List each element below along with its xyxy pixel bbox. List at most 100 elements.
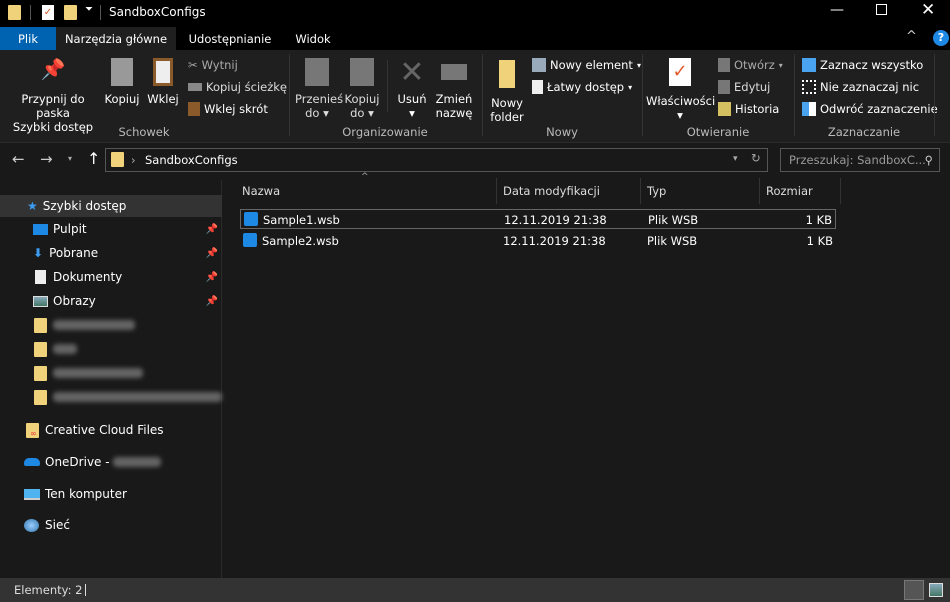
- wsb-file-icon: [243, 233, 257, 247]
- status-bar: Elementy: 2: [0, 578, 950, 602]
- refresh-icon[interactable]: ↻: [751, 151, 761, 165]
- customize-quick-access-icon[interactable]: ⏷: [85, 4, 93, 15]
- file-row[interactable]: Sample1.wsb 12.11.2019 21:38 Plik WSB 1 …: [240, 209, 836, 229]
- pin-icon[interactable]: 📌: [206, 248, 218, 259]
- maximize-button[interactable]: [876, 4, 887, 15]
- new-folder-quick-icon[interactable]: [64, 5, 77, 20]
- minimize-button[interactable]: —: [830, 2, 844, 18]
- rename-label-2: nazwę: [435, 106, 473, 120]
- open-label: Otwórz: [734, 58, 775, 72]
- column-header-name[interactable]: Nazwa: [236, 178, 497, 204]
- cut-label: Wytnij: [201, 58, 238, 72]
- select-all-button[interactable]: Zaznacz wszystko: [802, 56, 923, 74]
- nav-folder-redacted[interactable]: [0, 362, 222, 384]
- edit-button[interactable]: Edytuj: [718, 78, 770, 96]
- cut-button[interactable]: ✂ Wytnij: [188, 56, 238, 74]
- properties-label: Właściwości: [646, 94, 716, 108]
- divider: [794, 54, 795, 136]
- nav-folder-redacted[interactable]: [0, 386, 222, 408]
- nav-dokumenty[interactable]: Dokumenty 📌: [0, 266, 222, 288]
- pin-icon[interactable]: 📌: [206, 296, 218, 307]
- new-folder-button[interactable]: Nowy folder: [487, 60, 527, 124]
- copy-to-button[interactable]: Kopiuj do ▾: [342, 58, 382, 120]
- computer-icon: [24, 488, 40, 500]
- redacted-label: [52, 392, 222, 402]
- tab-narzedzia-glowne[interactable]: Narzędzia główne: [56, 27, 176, 51]
- open-icon: [718, 58, 730, 72]
- download-icon: ⬇: [33, 246, 44, 260]
- details-view-button[interactable]: [904, 580, 924, 600]
- nav-folder-redacted[interactable]: [0, 338, 222, 360]
- select-none-button[interactable]: Nie zaznaczaj nic: [802, 78, 919, 96]
- rename-button[interactable]: Zmień nazwę: [434, 58, 474, 120]
- breadcrumb-item[interactable]: SandboxConfigs: [145, 153, 238, 167]
- new-item-button[interactable]: Nowy element ▾: [532, 56, 641, 74]
- pin-quick-access-button[interactable]: 📌 Przypnij do paska Szybki dostęp: [4, 59, 102, 134]
- search-icon: ⚲: [924, 153, 933, 167]
- column-header-date[interactable]: Data modyfikacji: [497, 178, 641, 204]
- tab-plik[interactable]: Plik: [0, 27, 56, 51]
- column-header-type[interactable]: Typ: [641, 178, 760, 204]
- nav-label: Ten komputer: [45, 487, 127, 501]
- move-icon: [305, 58, 329, 86]
- column-header-size[interactable]: Rozmiar: [760, 178, 841, 204]
- address-dropdown-icon[interactable]: ▾: [733, 154, 738, 164]
- forward-button[interactable]: →: [40, 150, 53, 168]
- nav-onedrive[interactable]: OneDrive -: [0, 451, 222, 473]
- copy-path-button[interactable]: Kopiuj ścieżkę: [188, 78, 287, 96]
- address-bar[interactable]: › SandboxConfigs ▾ ↻: [105, 148, 768, 172]
- tab-udostepnianie[interactable]: Udostępnianie: [180, 27, 280, 51]
- nav-pobrane[interactable]: ⬇ Pobrane 📌: [0, 242, 222, 264]
- scissors-icon: ✂: [188, 58, 198, 72]
- help-icon[interactable]: ?: [933, 30, 949, 46]
- nav-quick-access[interactable]: ★ Szybki dostęp: [0, 195, 222, 217]
- folder-icon: [8, 5, 21, 20]
- folder-icon: [34, 341, 47, 357]
- up-button[interactable]: ↑: [87, 149, 100, 168]
- nav-folder-redacted[interactable]: [0, 314, 222, 336]
- paste-shortcut-button[interactable]: Wklej skrót: [188, 100, 268, 118]
- history-icon: [718, 102, 731, 116]
- file-type: Plik WSB: [647, 234, 698, 248]
- file-row[interactable]: Sample2.wsb 12.11.2019 21:38 Plik WSB 1 …: [240, 231, 836, 251]
- copy-button[interactable]: Kopiuj: [103, 58, 141, 106]
- nav-obrazy[interactable]: Obrazy 📌: [0, 290, 222, 312]
- nav-network[interactable]: Sieć: [0, 514, 222, 536]
- nav-creative-cloud[interactable]: ∞ Creative Cloud Files: [0, 419, 222, 441]
- tab-widok[interactable]: Widok: [285, 27, 341, 51]
- move-to-button[interactable]: Przenieś do ▾: [295, 58, 343, 120]
- search-input[interactable]: Przeszukaj: SandboxC... ⚲: [780, 148, 940, 172]
- move-label-2: do: [305, 106, 320, 120]
- properties-button[interactable]: ✓ Właściwości ▾: [646, 58, 716, 122]
- properties-quick-icon[interactable]: ✓: [42, 5, 54, 20]
- pin-label: Przypnij do paska: [21, 92, 85, 120]
- paste-button[interactable]: Wklej: [145, 58, 181, 106]
- open-button[interactable]: Otwórz ▾: [718, 56, 783, 74]
- nav-label: Pulpit: [53, 222, 87, 236]
- pin-icon[interactable]: 📌: [206, 272, 218, 283]
- pin-icon[interactable]: 📌: [206, 224, 218, 235]
- back-button[interactable]: ←: [12, 150, 25, 168]
- nav-this-pc[interactable]: Ten komputer: [0, 483, 222, 505]
- network-icon: [24, 518, 39, 532]
- paste-shortcut-label: Wklej skrót: [204, 102, 268, 116]
- divider: [100, 5, 101, 20]
- creative-cloud-icon: ∞: [26, 422, 39, 438]
- close-button[interactable]: ✕: [921, 0, 935, 20]
- history-button[interactable]: Historia: [718, 100, 779, 118]
- easy-access-button[interactable]: Łatwy dostęp ▾: [532, 78, 632, 96]
- nav-pulpit[interactable]: Pulpit 📌: [0, 218, 222, 240]
- paste-label: Wklej: [147, 92, 179, 106]
- easy-access-label: Łatwy dostęp: [547, 80, 625, 94]
- select-all-label: Zaznacz wszystko: [820, 58, 924, 72]
- large-icons-view-button[interactable]: [929, 583, 943, 597]
- edit-icon: [718, 80, 730, 94]
- copy-icon: [111, 58, 133, 86]
- file-type: Plik WSB: [648, 213, 699, 227]
- delete-button[interactable]: ✕ Usuń ▾: [392, 58, 432, 121]
- recent-locations-button[interactable]: ▾: [68, 154, 72, 163]
- desktop-icon: [33, 223, 48, 235]
- invert-selection-button[interactable]: Odwróć zaznaczenie: [802, 100, 938, 118]
- collapse-ribbon-icon[interactable]: ^: [906, 29, 917, 44]
- title-bar: ✓ ⏷ SandboxConfigs — ✕: [0, 0, 950, 27]
